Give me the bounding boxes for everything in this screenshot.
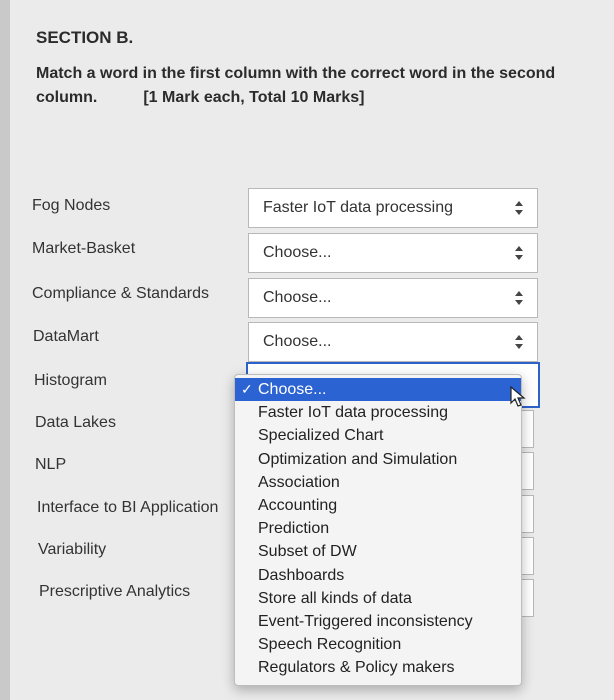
answer-select-value: Choose... bbox=[263, 244, 332, 261]
dropdown-option[interactable]: Accounting bbox=[235, 494, 521, 517]
match-label-compliance: Compliance & Standards bbox=[32, 285, 209, 302]
match-label-prescriptive: Prescriptive Analytics bbox=[39, 583, 191, 600]
match-label-histogram: Histogram bbox=[34, 372, 107, 389]
answer-select-prescriptive[interactable] bbox=[520, 579, 534, 617]
answer-select-data-lakes[interactable] bbox=[520, 410, 534, 448]
updown-arrows-icon bbox=[515, 335, 523, 349]
answer-select-compliance[interactable]: Choose... bbox=[248, 278, 538, 318]
match-label-nlp: NLP bbox=[35, 456, 67, 473]
dropdown-option-label: Choose... bbox=[258, 381, 327, 398]
instruction-text-line2: column. bbox=[36, 89, 98, 106]
question-header: SECTION B. Match a word in the first col… bbox=[36, 28, 614, 110]
match-label-fog-nodes: Fog Nodes bbox=[32, 197, 111, 214]
instruction-text-line1: Match a word in the first column with th… bbox=[36, 65, 556, 82]
match-label-variability: Variability bbox=[38, 541, 107, 558]
select-dropdown-list[interactable]: ✓ Choose... Faster IoT data processing S… bbox=[234, 374, 522, 686]
marks-note: [1 Mark each, Total 10 Marks] bbox=[143, 89, 365, 106]
dropdown-option[interactable]: Optimization and Simulation bbox=[235, 448, 521, 471]
updown-arrows-icon bbox=[515, 291, 523, 305]
dropdown-option[interactable]: Prediction bbox=[235, 517, 521, 540]
answer-select-interface-bi[interactable] bbox=[520, 495, 534, 533]
answer-select-fog-nodes[interactable]: Faster IoT data processing bbox=[248, 188, 538, 228]
updown-arrows-icon bbox=[515, 201, 523, 215]
match-label-interface-bi: Interface to BI Application bbox=[37, 499, 219, 516]
dropdown-option[interactable]: Store all kinds of data bbox=[235, 587, 521, 610]
match-label-data-lakes: Data Lakes bbox=[35, 414, 116, 431]
match-label-market-basket: Market-Basket bbox=[32, 240, 136, 257]
dropdown-option[interactable]: Event-Triggered inconsistency bbox=[235, 610, 521, 633]
instructions: Match a word in the first column with th… bbox=[36, 62, 614, 110]
dropdown-option[interactable]: Dashboards bbox=[235, 564, 521, 587]
answer-select-value: Faster IoT data processing bbox=[263, 199, 454, 216]
mouse-pointer-icon bbox=[510, 386, 526, 407]
answer-select-value: Choose... bbox=[263, 289, 332, 306]
answer-select-datamart[interactable]: Choose... bbox=[248, 322, 538, 362]
dropdown-option[interactable]: Association bbox=[235, 471, 521, 494]
dropdown-option[interactable]: Subset of DW bbox=[235, 540, 521, 563]
section-title: SECTION B. bbox=[36, 28, 134, 47]
answer-select-nlp[interactable] bbox=[520, 452, 534, 490]
checkmark-icon: ✓ bbox=[241, 381, 253, 397]
answer-select-value: Choose... bbox=[263, 333, 332, 350]
answer-select-variability[interactable] bbox=[520, 537, 534, 575]
updown-arrows-icon bbox=[515, 246, 523, 260]
match-label-datamart: DataMart bbox=[33, 328, 99, 345]
dropdown-option-choose[interactable]: ✓ Choose... bbox=[235, 378, 521, 402]
answer-select-market-basket[interactable]: Choose... bbox=[248, 233, 538, 273]
dropdown-option[interactable]: Speech Recognition bbox=[235, 633, 521, 656]
dropdown-option[interactable]: Specialized Chart bbox=[235, 424, 521, 447]
dropdown-option[interactable]: Regulators & Policy makers bbox=[235, 656, 521, 679]
dropdown-option[interactable]: Faster IoT data processing bbox=[235, 401, 521, 424]
